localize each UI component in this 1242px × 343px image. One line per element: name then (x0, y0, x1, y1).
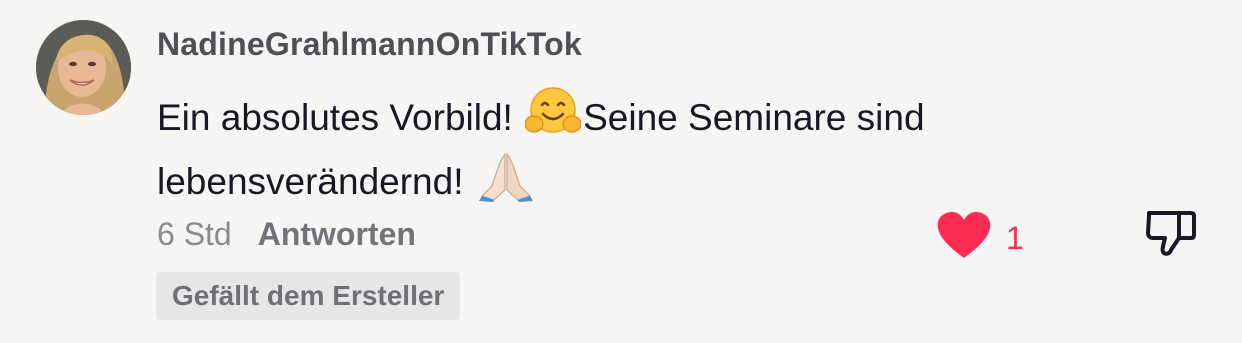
comment-text-part1: Ein absolutes Vorbild! (157, 97, 524, 138)
reply-button[interactable]: Antworten (258, 216, 416, 252)
like-button[interactable]: 1 (936, 212, 1024, 265)
folded-hands-icon (476, 152, 536, 216)
dislike-button[interactable] (1145, 210, 1197, 263)
avatar-photo (36, 20, 131, 115)
avatar[interactable] (36, 20, 131, 115)
comment-meta: 6 Std Antworten (157, 216, 416, 253)
like-count: 1 (1006, 220, 1024, 256)
heart-icon[interactable] (936, 212, 992, 265)
comment-text: Ein absolutes Vorbild! Seine Seminare si… (157, 86, 1097, 216)
creator-liked-badge: Gefällt dem Ersteller (156, 272, 461, 320)
comment-item: NadineGrahlmannOnTikTok Ein absolutes Vo… (0, 0, 1242, 343)
thumbs-down-icon[interactable] (1145, 210, 1197, 258)
comment-time: 6 Std (157, 216, 232, 252)
smiling-hugging-face-icon (524, 86, 582, 152)
username[interactable]: NadineGrahlmannOnTikTok (157, 26, 582, 63)
